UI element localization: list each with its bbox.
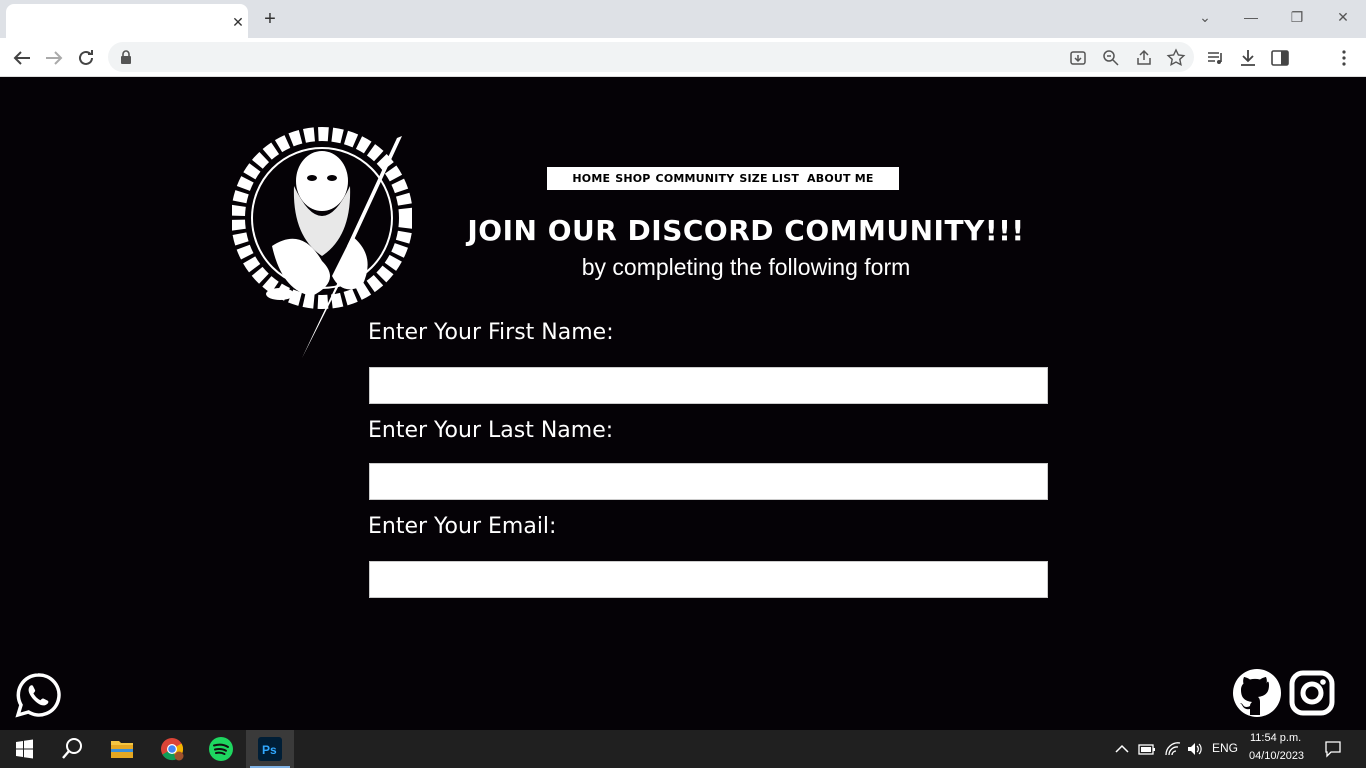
nav-community-link[interactable]: COMMUNITY (656, 172, 735, 185)
instagram-icon[interactable] (1289, 670, 1335, 716)
volume-icon[interactable] (1186, 741, 1204, 757)
first-name-input[interactable] (369, 367, 1048, 404)
close-window-button[interactable]: ✕ (1331, 6, 1355, 28)
downloads-icon[interactable] (1238, 48, 1258, 68)
language-indicator[interactable]: ENG (1212, 741, 1238, 755)
chevron-up-icon[interactable] (1114, 742, 1130, 756)
last-name-input[interactable] (369, 463, 1048, 500)
notifications-icon[interactable] (1324, 740, 1342, 758)
browser-tab[interactable]: ✕ (6, 4, 248, 38)
photoshop-icon: Ps (258, 737, 282, 761)
nav-size-list-link[interactable]: SIZE LIST (739, 172, 799, 185)
back-icon[interactable] (10, 46, 34, 70)
lock-icon (121, 50, 131, 64)
reload-icon[interactable] (74, 46, 98, 70)
web-page: HOME SHOP COMMUNITY SIZE LIST ABOUT ME J… (0, 78, 1366, 730)
new-tab-button[interactable]: + (258, 8, 282, 32)
media-queue-icon[interactable] (1206, 48, 1226, 68)
email-label: Enter Your Email: (368, 514, 557, 539)
zoom-icon[interactable] (1101, 48, 1121, 68)
github-icon[interactable] (1232, 668, 1282, 718)
spotify-icon[interactable] (199, 730, 243, 768)
page-headline: JOIN OUR DISCORD COMMUNITY!!! (467, 214, 1025, 247)
windows-taskbar: Ps ENG 11:54 p.m. 04/10/2023 (0, 730, 1366, 768)
battery-icon[interactable] (1138, 742, 1156, 756)
whatsapp-icon[interactable] (15, 672, 61, 718)
install-app-icon[interactable] (1068, 48, 1088, 68)
minimize-button[interactable]: — (1239, 6, 1263, 28)
svg-text:Ps: Ps (262, 743, 277, 757)
chrome-icon[interactable] (150, 730, 194, 768)
restore-button[interactable]: ❐ (1285, 6, 1309, 28)
first-name-label: Enter Your First Name: (368, 320, 614, 345)
address-bar[interactable] (108, 42, 1194, 72)
nav-home-link[interactable]: HOME (572, 172, 610, 185)
tab-search-icon[interactable]: ⌄ (1193, 6, 1217, 28)
page-subheadline: by completing the following form (581, 254, 911, 280)
main-nav: HOME SHOP COMMUNITY SIZE LIST ABOUT ME (547, 167, 899, 190)
clock-date[interactable]: 04/10/2023 (1249, 750, 1304, 762)
tab-close-icon[interactable]: ✕ (230, 14, 246, 30)
last-name-label: Enter Your Last Name: (368, 418, 614, 443)
forward-icon[interactable] (42, 46, 66, 70)
file-explorer-icon[interactable] (100, 730, 144, 768)
share-icon[interactable] (1134, 48, 1154, 68)
side-panel-icon[interactable] (1270, 48, 1290, 68)
email-input[interactable] (369, 561, 1048, 598)
browser-tab-bar: ✕ + ⌄ — ❐ ✕ (0, 0, 1366, 38)
nav-about-me-link[interactable]: ABOUT ME (807, 172, 874, 185)
windows-start-icon[interactable] (2, 730, 46, 768)
wifi-icon[interactable] (1164, 741, 1182, 757)
search-icon[interactable] (50, 730, 94, 768)
nav-shop-link[interactable]: SHOP (615, 172, 650, 185)
photoshop-taskbar-button[interactable]: Ps (246, 730, 294, 768)
browser-toolbar (0, 38, 1366, 77)
clock-time[interactable]: 11:54 p.m. (1250, 732, 1301, 744)
bookmark-star-icon[interactable] (1166, 48, 1186, 68)
menu-kebab-icon[interactable] (1334, 48, 1354, 68)
